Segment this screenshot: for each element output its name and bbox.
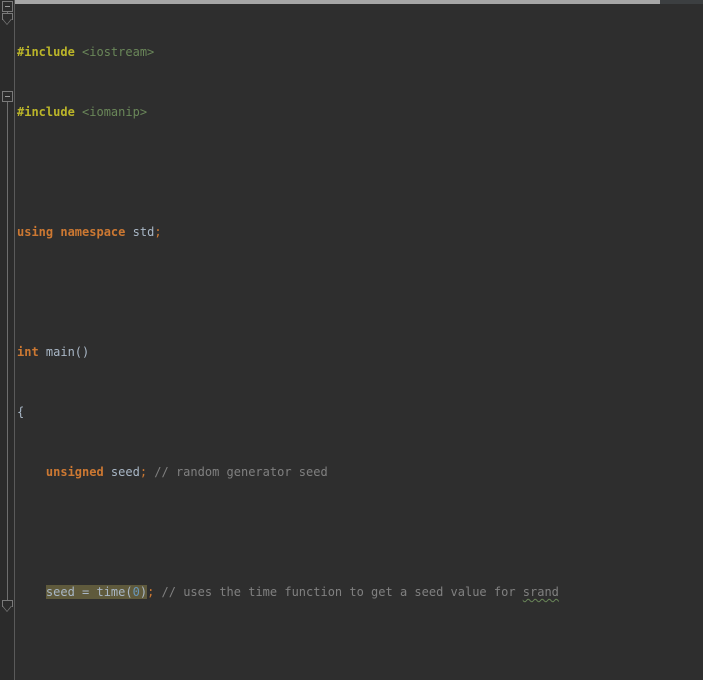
code-editor-window: #include <iostream> #include <iomanip> u… xyxy=(0,0,703,680)
code-line-7[interactable]: { xyxy=(15,405,703,420)
fold-marker-main-body[interactable] xyxy=(2,91,13,102)
token-preprocessor: #include xyxy=(17,105,75,119)
token-keyword-int: int xyxy=(17,345,39,359)
token-semicolon: ; xyxy=(154,225,162,239)
token-comment: // random generator seed xyxy=(147,465,328,479)
code-line-2[interactable]: #include <iomanip> xyxy=(15,105,703,120)
code-line-3-blank[interactable] xyxy=(15,165,703,180)
code-line-6[interactable]: int main() xyxy=(15,345,703,360)
code-content[interactable]: #include <iostream> #include <iomanip> u… xyxy=(15,0,703,680)
code-line-1[interactable]: #include <iostream> xyxy=(15,45,703,60)
code-line-8[interactable]: unsigned seed; // random generator seed xyxy=(15,465,703,480)
code-line-9-blank[interactable] xyxy=(15,525,703,540)
token-header-iomanip: <iomanip> xyxy=(74,105,148,119)
editor-gutter[interactable] xyxy=(0,0,15,680)
token-semicolon: ; xyxy=(139,465,148,479)
token-main: main() xyxy=(38,345,90,359)
token-keyword-namespace: namespace xyxy=(60,225,126,239)
token-preprocessor: #include xyxy=(17,45,75,59)
token-number-zero: 0 xyxy=(132,585,140,599)
token-comment: // uses the time function to get a seed … xyxy=(154,585,523,599)
code-line-11-blank[interactable] xyxy=(15,645,703,660)
token-std: std xyxy=(132,225,155,239)
token-var-seed: seed xyxy=(103,465,140,479)
token-keyword-unsigned: unsigned xyxy=(45,465,104,479)
token-warning-srand: srand xyxy=(522,585,559,599)
code-line-5-blank[interactable] xyxy=(15,285,703,300)
fold-region-line-main xyxy=(7,100,8,602)
token-seed-assign: seed = time( xyxy=(45,585,133,599)
code-line-4[interactable]: using namespace std; xyxy=(15,225,703,240)
token-header-iostream: <iostream> xyxy=(74,45,155,59)
fold-marker-include[interactable] xyxy=(2,1,13,12)
fold-region-end-main-body[interactable] xyxy=(2,600,13,612)
selection-highlight-seed-assign[interactable]: seed = time(0) xyxy=(45,585,148,599)
token-brace-open: { xyxy=(17,405,25,419)
token-paren-close: ) xyxy=(139,585,148,599)
fold-region-end-include[interactable] xyxy=(2,13,13,25)
token-keyword-using: using xyxy=(17,225,54,239)
code-line-10[interactable]: seed = time(0); // uses the time functio… xyxy=(15,585,703,600)
